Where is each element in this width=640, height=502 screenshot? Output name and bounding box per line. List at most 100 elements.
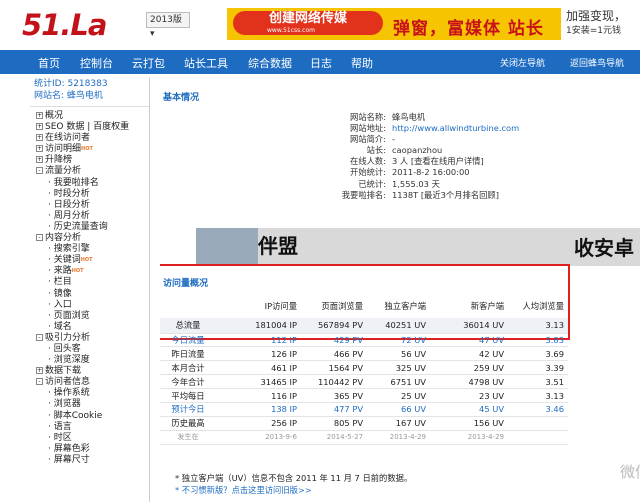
table-row: 平均每日 116 IP 365 PV 25 UV 23 UV 3.13 — [160, 388, 568, 403]
main-content: 基本情况 网站名称: 蜂鸟电机 网站地址: http://www.allwindtur… — [160, 78, 640, 502]
info-value[interactable]: 1138T [最近3个月排名回顾] — [392, 190, 499, 201]
table-cell: 3.51 — [508, 374, 568, 390]
table-cell: 3.69 — [508, 346, 568, 362]
expand-icon[interactable]: - — [36, 234, 43, 242]
info-value[interactable]: http://www.allwindturbine.com — [392, 123, 519, 134]
ad-banner-middle[interactable]: 伴盟 收安卓 — [196, 228, 640, 266]
sidebar-item[interactable]: · 日段分析 — [36, 200, 149, 211]
table-cell: 23 UV — [430, 388, 508, 403]
sidebar-item-label: 语言 — [53, 421, 72, 432]
table-cell: 112 IP — [221, 333, 301, 348]
table-row: 昨日流量 126 IP 466 PV 56 UV 42 UV 3.69 — [160, 346, 568, 362]
sidebar-item[interactable]: · 搜索引擎 — [36, 244, 149, 255]
table-cell: 昨日流量 — [160, 346, 221, 362]
banner-left-text: 伴盟 — [258, 234, 298, 258]
sidebar-item[interactable]: · 页面浏览 — [36, 311, 149, 322]
table-cell: 3.46 — [508, 402, 568, 417]
column-header: 独立客户端 — [384, 301, 427, 311]
table-cell: 466 PV — [301, 346, 367, 362]
sidebar-item[interactable]: + 访问明细HOT — [36, 144, 149, 155]
info-key: 我要啦排名: — [341, 189, 386, 200]
table-cell: 477 PV — [301, 402, 367, 417]
expand-icon[interactable]: - — [36, 378, 43, 386]
sidebar-item[interactable]: · 周月分析 — [36, 211, 149, 222]
table-cell: 156 UV — [430, 416, 508, 431]
sidebar-item-label: 周月分析 — [53, 210, 90, 221]
sidebar-item[interactable]: · 操作系统 — [36, 388, 149, 399]
sidebar-item[interactable]: - 访问者信息 — [36, 377, 149, 388]
banner-right-text: 收安卓 — [574, 236, 634, 260]
sidebar-item-label: 升降榜 — [45, 155, 73, 166]
sidebar-item[interactable]: · 屏幕色彩 — [36, 444, 149, 455]
info-value: 蜂鸟电机 — [392, 112, 426, 122]
sidebar-item[interactable]: · 入口 — [36, 300, 149, 311]
sidebar-item[interactable]: · 时段分析 — [36, 189, 149, 200]
nav-overall-data[interactable]: 综合数据 — [248, 55, 292, 71]
expand-icon[interactable]: - — [36, 167, 43, 175]
table-cell: 181004 IP — [221, 318, 301, 334]
sidebar-item[interactable]: · 时区 — [36, 433, 149, 444]
expand-icon[interactable]: + — [36, 134, 43, 142]
nav-log[interactable]: 日志 — [310, 55, 332, 71]
sidebar-item[interactable]: · 域名 — [36, 322, 149, 333]
sidebar-item[interactable]: · 回头客 — [36, 344, 149, 355]
sidebar-item[interactable]: · 我要啦排名 — [36, 178, 149, 189]
sidebar-item[interactable]: + 升降榜 — [36, 155, 149, 166]
sidebar-item[interactable]: + 数据下载 — [36, 366, 149, 377]
ad-banner-right[interactable]: 加强变现， 1安装=1元钱 — [566, 8, 640, 40]
nav-webmaster-tools[interactable]: 站长工具 — [184, 55, 228, 71]
sidebar-item[interactable]: + 概况 — [36, 111, 149, 122]
column-header — [160, 294, 221, 318]
expand-icon[interactable]: + — [36, 123, 43, 131]
sidebar-item-label: 日段分析 — [53, 199, 90, 210]
table-cell: 167 UV — [367, 416, 430, 431]
table-cell: 116 IP — [221, 388, 301, 403]
sidebar-item[interactable]: + SEO 数据 | 百度权重 — [36, 122, 149, 133]
old-version-link[interactable]: * 不习惯新版？点击这里访问旧版>> — [175, 484, 412, 496]
sidebar-item[interactable]: · 关键词HOT — [36, 255, 149, 266]
site-logo[interactable]: 51.La — [22, 8, 107, 42]
expand-icon[interactable]: + — [36, 367, 43, 375]
sidebar-item[interactable]: · 浏览器 — [36, 399, 149, 410]
table-cell: 805 PV — [301, 416, 367, 431]
sidebar: 统计ID: 5218383 网站名: 蜂鸟电机 + 概况 + SEO 数据 | 百度权… — [30, 78, 150, 502]
sidebar-item-label: 域名 — [53, 321, 72, 332]
column-header: 人均浏览量 — [522, 301, 565, 311]
sidebar-item[interactable]: - 流量分析 — [36, 166, 149, 177]
sidebar-item[interactable]: - 内容分析 — [36, 233, 149, 244]
nav-cloud-pack[interactable]: 云打包 — [132, 55, 165, 71]
table-cell: 66 UV — [367, 402, 430, 417]
table-cell: 预计今日 — [160, 402, 221, 417]
expand-icon[interactable]: + — [36, 112, 43, 119]
table-cell: 31465 IP — [221, 374, 301, 390]
nav-home[interactable]: 首页 — [38, 55, 60, 71]
sidebar-item[interactable]: · 浏览深度 — [36, 355, 149, 366]
sidebar-item[interactable]: · 脚本Cookie — [36, 411, 149, 422]
nav-console[interactable]: 控制台 — [80, 55, 113, 71]
sidebar-item[interactable]: · 语言 — [36, 422, 149, 433]
sidebar-item[interactable]: · 栏目 — [36, 277, 149, 288]
sidebar-item-label: 回头客 — [53, 343, 81, 354]
nav-close-left[interactable]: 关闭左导航 — [500, 56, 545, 69]
column-header: 新客户端 — [470, 301, 504, 311]
sidebar-item[interactable]: + 在线访问者 — [36, 133, 149, 144]
info-value[interactable]: 3 人 [查看在线用户详情] — [392, 156, 484, 167]
expand-icon[interactable]: - — [36, 333, 43, 341]
info-value: caopanzhou — [392, 145, 443, 156]
sidebar-item[interactable]: · 屏幕尺寸 — [36, 455, 149, 466]
ad-banner-left[interactable]: 创建网络传媒 www.51css.com 弹窗，富媒体 站长首选 — [227, 8, 561, 40]
nav-help[interactable]: 帮助 — [351, 55, 373, 71]
expand-icon[interactable]: + — [36, 145, 43, 153]
sidebar-item[interactable]: · 历史流量查询 — [36, 222, 149, 233]
sidebar-item[interactable]: · 镜像 — [36, 289, 149, 300]
sidebar-item[interactable]: · 来路HOT — [36, 266, 149, 277]
version-select[interactable]: 2013版 ▾ — [146, 12, 190, 39]
nav-back-fengniao[interactable]: 返回蜂鸟导航 — [570, 56, 624, 69]
sidebar-item[interactable]: - 吸引力分析 — [36, 333, 149, 344]
info-key: 网站地址: — [350, 123, 386, 134]
wechat-watermark: 微信号: benyxw — [620, 463, 640, 481]
info-row: 网站名称: 蜂鸟电机 — [160, 112, 640, 123]
peak-dates-row: 发生在 2013-9-6 2014-5-27 2013-4-29 2013-4-29 — [160, 430, 568, 445]
expand-icon[interactable]: + — [36, 156, 43, 164]
table-cell: 56 UV — [367, 346, 430, 362]
